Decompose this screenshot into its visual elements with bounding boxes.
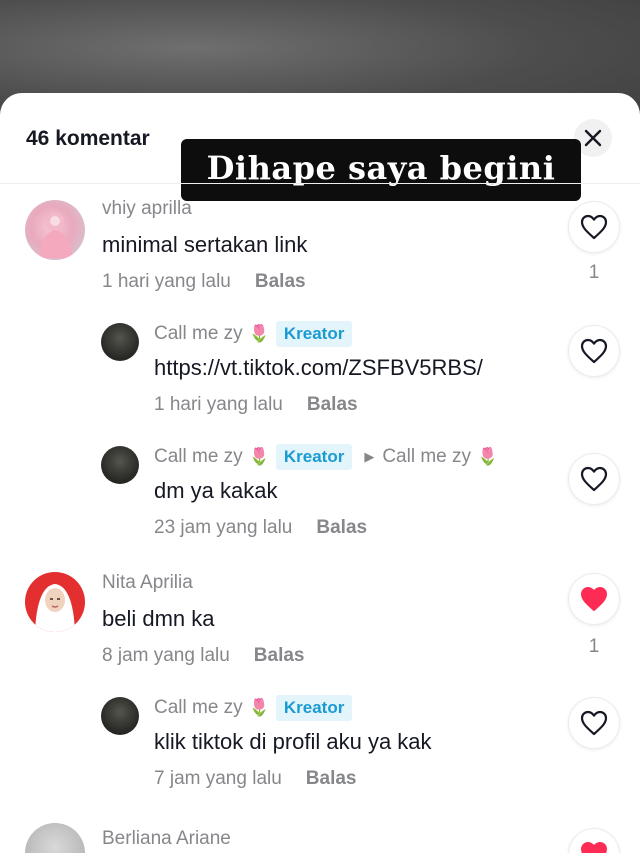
tulip-icon: 🌷 [248,698,270,717]
comment-text: klik tiktok di profil aku ya kak [154,729,432,754]
avatar[interactable] [25,823,85,853]
comments-sheet: 46 komentar Dihape saya begini vhiy apri… [0,93,640,853]
comment-time: 1 hari yang lalu [102,271,231,292]
comment-username[interactable]: vhiy aprilla [102,198,192,220]
reply-button[interactable]: Balas [255,271,306,292]
heart-icon [580,710,608,736]
like-button[interactable] [569,326,619,376]
heart-filled-icon [581,587,607,611]
reply-button[interactable]: Balas [316,517,367,538]
reply-item: Call me zy 🌷 Kreator ▶ Call me zy 🌷 dm y… [0,444,640,554]
tulip-icon: 🌷 [477,447,499,466]
like-button[interactable] [569,574,619,624]
reply-button[interactable]: Balas [307,394,358,415]
comment-meta: 1 hari yang lalu Balas [102,271,306,293]
heart-icon [580,466,608,492]
username-text: vhiy aprilla [102,198,192,219]
comment-text[interactable]: https://vt.tiktok.com/ZSFBV5RBS/ [154,355,483,381]
reply-arrow-icon: ▶ [364,449,375,464]
username-text: Call me zy [154,323,243,344]
avatar[interactable] [101,697,139,735]
avatar[interactable] [101,323,139,361]
comment-username[interactable]: Call me zy 🌷 Kreator [154,695,353,721]
username-text: Berliana Ariane [102,828,231,849]
comment-meta: 8 jam yang lalu Balas [102,645,305,667]
comment-item: vhiy aprilla minimal sertakan link 1 har… [0,198,640,308]
like-button[interactable] [569,698,619,748]
username-text: Call me zy [154,697,243,718]
comment-username[interactable]: Call me zy 🌷 Kreator ▶ Call me zy 🌷 [154,444,498,470]
avatar[interactable] [25,572,85,632]
comment-time: 23 jam yang lalu [154,517,293,538]
heart-icon [580,338,608,364]
like-button[interactable] [569,829,619,853]
comment-item: Nita Aprilia beli dmn ka 8 jam yang lalu… [0,572,640,682]
comment-time: 8 jam yang lalu [102,645,230,666]
avatar[interactable] [101,446,139,484]
comment-time: 7 jam yang lalu [154,768,282,789]
comment-username[interactable]: Nita Aprilia [102,572,193,594]
comment-text: minimal sertakan link [102,232,308,257]
like-count: 1 [588,262,600,283]
reply-item: Call me zy 🌷 Kreator klik tiktok di prof… [0,695,640,805]
tulip-icon: 🌷 [248,447,270,466]
comment-text: beli dmn ka [102,606,215,631]
creator-badge: Kreator [275,321,353,347]
like-button[interactable] [569,454,619,504]
header-divider [0,183,640,184]
reply-button[interactable]: Balas [306,768,357,789]
reply-button[interactable]: Balas [254,645,305,666]
like-button[interactable] [569,202,619,252]
comment-meta: 1 hari yang lalu Balas [154,394,358,416]
creator-badge: Kreator [275,695,353,721]
username-text: Call me zy [154,446,243,467]
comment-count: 46 komentar [26,127,150,150]
comment-meta: 23 jam yang lalu Balas [154,517,367,539]
tulip-icon: 🌷 [248,324,270,343]
video-caption-overlay: Dihape saya begini [181,139,581,201]
creator-badge: Kreator [275,444,353,470]
comment-username[interactable]: Berliana Ariane [102,828,231,850]
like-count: 1 [588,636,600,657]
avatar-image [35,584,75,632]
reply-to-username[interactable]: Call me zy [382,446,471,468]
heart-icon [580,214,608,240]
username-text: Nita Aprilia [102,572,193,593]
comment-item: Berliana Ariane [0,823,640,853]
avatar-image [39,212,73,258]
comment-time: 1 hari yang lalu [154,394,283,415]
comment-username[interactable]: Call me zy 🌷 Kreator [154,321,353,347]
avatar[interactable] [25,200,85,260]
comment-text: dm ya kakak [154,478,278,503]
comment-meta: 7 jam yang lalu Balas [154,768,357,790]
close-icon [584,129,602,147]
reply-item: Call me zy 🌷 Kreator https://vt.tiktok.c… [0,321,640,431]
heart-filled-icon [581,842,607,853]
